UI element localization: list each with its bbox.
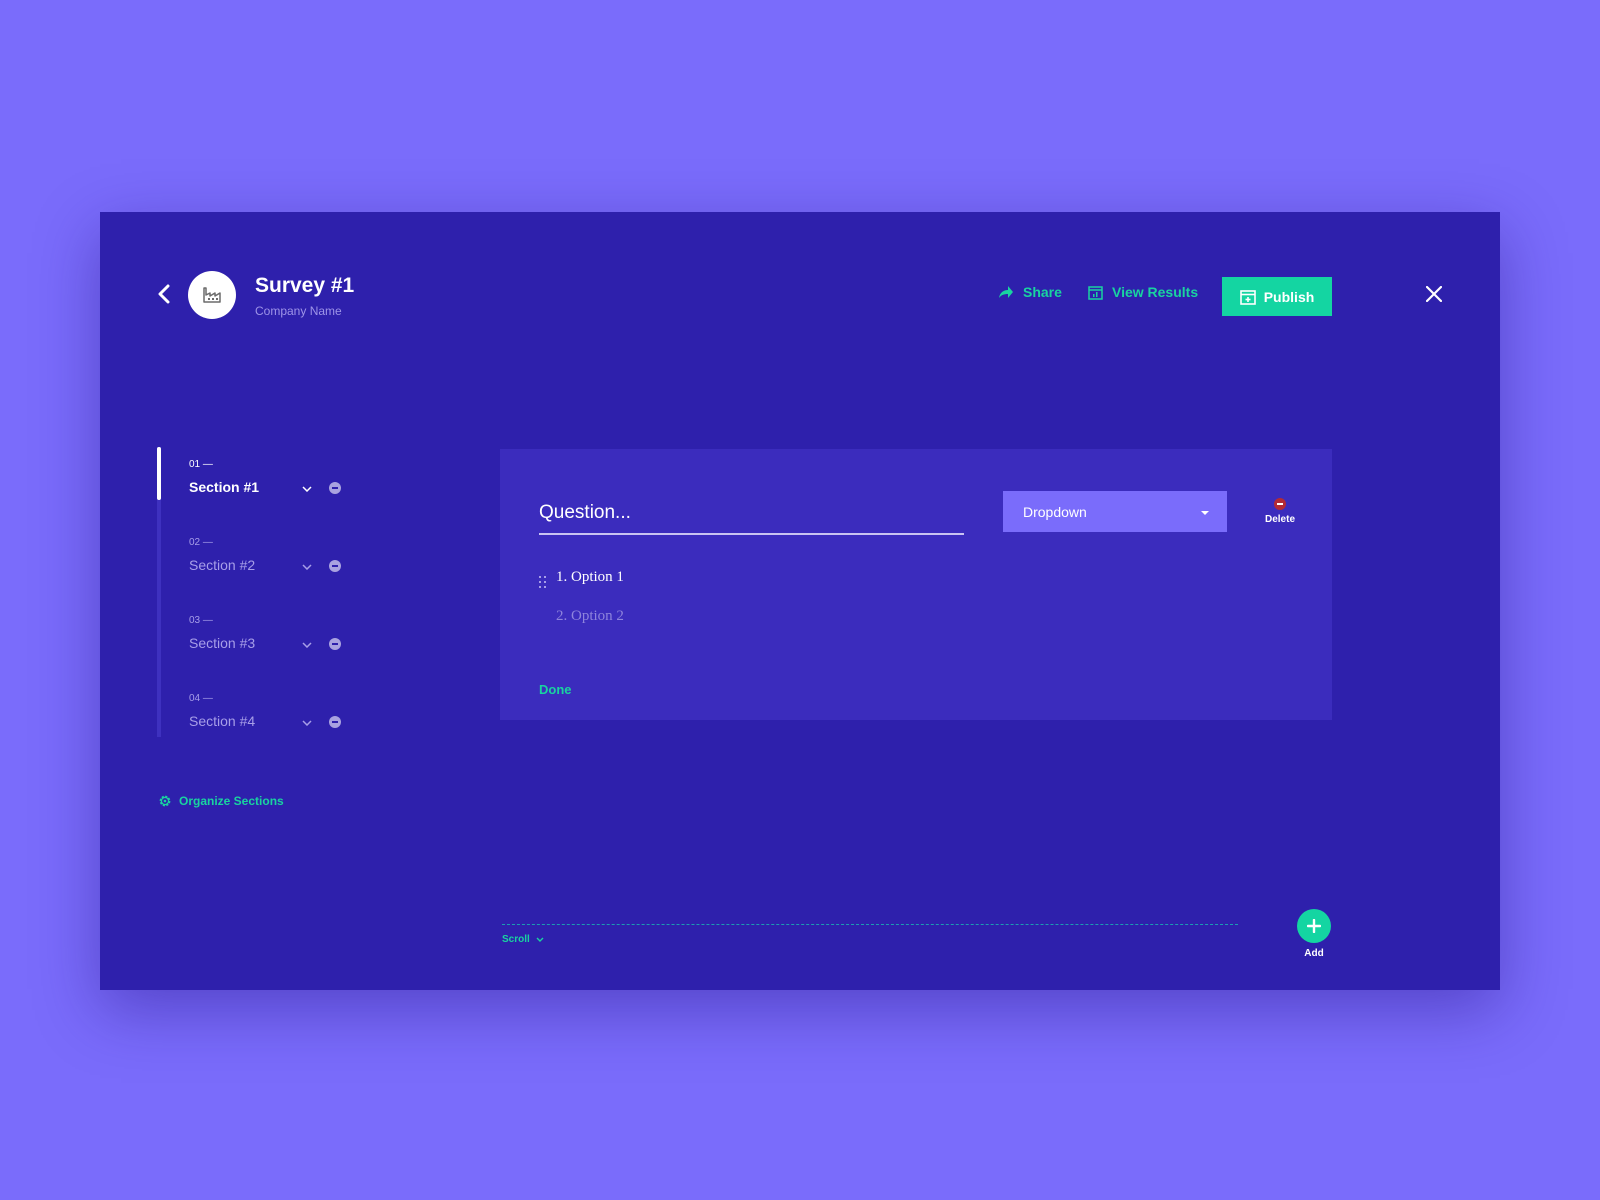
- section-active-indicator: [157, 447, 161, 500]
- factory-icon: [203, 287, 221, 303]
- remove-section-icon[interactable]: [329, 638, 341, 650]
- scroll-button[interactable]: Scroll: [502, 934, 544, 945]
- remove-section-icon[interactable]: [329, 482, 341, 494]
- option-item-placeholder[interactable]: 2. Option 2: [556, 608, 624, 625]
- section-label: Section #3: [189, 635, 256, 651]
- option-item[interactable]: 1. Option 1: [556, 569, 624, 586]
- company-name: Company Name: [255, 304, 342, 318]
- done-button[interactable]: Done: [539, 682, 572, 697]
- survey-editor-window: Survey #1 Company Name Share View Result…: [100, 212, 1500, 990]
- question-card: Dropdown Delete 1. Option 1 2. Option 2 …: [500, 449, 1332, 720]
- section-number: 01 —: [189, 459, 213, 470]
- remove-section-icon[interactable]: [329, 560, 341, 572]
- publish-label: Publish: [1263, 288, 1315, 305]
- drag-handle-icon[interactable]: [539, 575, 547, 588]
- sidebar-item-section-4[interactable]: 04 — Section #4: [189, 693, 359, 739]
- remove-section-icon[interactable]: [329, 716, 341, 728]
- delete-icon: [1274, 498, 1286, 510]
- gear-icon: [159, 795, 171, 807]
- scroll-divider: [502, 924, 1238, 925]
- close-icon: [1426, 286, 1442, 302]
- organize-sections-label: Organize Sections: [179, 794, 284, 808]
- results-calendar-icon: [1088, 285, 1103, 300]
- organize-sections-link[interactable]: Organize Sections: [158, 794, 284, 808]
- sidebar-item-section-3[interactable]: 03 — Section #3: [189, 615, 359, 661]
- section-label: Section #4: [189, 713, 256, 729]
- view-results-label: View Results: [1112, 284, 1199, 300]
- chevron-left-icon: [158, 284, 170, 304]
- sidebar-item-section-1[interactable]: 01 — Section #1: [189, 459, 359, 505]
- chevron-down-icon[interactable]: [301, 483, 313, 495]
- section-number: 04 —: [189, 693, 213, 704]
- sidebar-item-section-2[interactable]: 02 — Section #2: [189, 537, 359, 583]
- avatar: [188, 271, 236, 319]
- share-label: Share: [1023, 284, 1062, 300]
- chevron-down-icon[interactable]: [301, 717, 313, 729]
- chevron-down-icon[interactable]: [301, 639, 313, 651]
- section-label: Section #1: [189, 479, 260, 495]
- add-button[interactable]: [1297, 909, 1331, 943]
- chevron-down-icon: [536, 937, 544, 942]
- share-arrow-icon: [999, 286, 1013, 298]
- add-label: Add: [1304, 948, 1324, 959]
- delete-question-button[interactable]: Delete: [1260, 498, 1300, 530]
- question-input[interactable]: [539, 493, 964, 535]
- share-button[interactable]: Share: [998, 284, 1062, 300]
- plus-icon: [1307, 919, 1321, 933]
- section-number: 03 —: [189, 615, 213, 626]
- close-button[interactable]: [1422, 282, 1446, 306]
- scroll-label: Scroll: [502, 934, 530, 945]
- publish-button[interactable]: Publish: [1222, 277, 1332, 316]
- back-button[interactable]: [152, 282, 176, 306]
- view-results-button[interactable]: View Results: [1088, 284, 1198, 300]
- caret-down-icon: [1201, 511, 1209, 515]
- section-number: 02 —: [189, 537, 213, 548]
- question-type-value: Dropdown: [1023, 503, 1087, 520]
- chevron-down-icon[interactable]: [301, 561, 313, 573]
- delete-label: Delete: [1264, 514, 1295, 525]
- question-type-select[interactable]: Dropdown: [1003, 491, 1227, 532]
- page-title: Survey #1: [255, 274, 355, 297]
- section-label: Section #2: [189, 557, 256, 573]
- publish-calendar-icon: [1239, 289, 1256, 305]
